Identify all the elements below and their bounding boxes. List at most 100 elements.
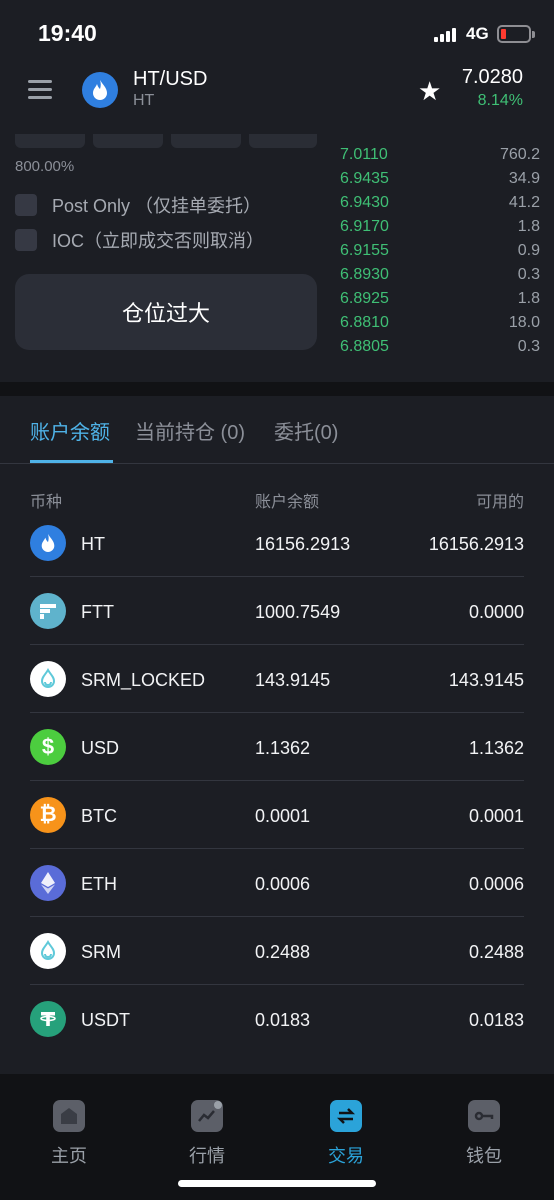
home-icon xyxy=(53,1100,85,1132)
asset-available: 0.2488 xyxy=(468,942,524,962)
orderbook-qty: 41.2 xyxy=(508,194,540,211)
orderbook-qty: 1.8 xyxy=(517,218,540,235)
nav-market[interactable]: 行情 xyxy=(167,1100,247,1168)
asset-symbol: SRM xyxy=(81,942,121,962)
nav-wallet[interactable]: 钱包 xyxy=(444,1100,524,1168)
tab-positions[interactable]: 当前持仓 (0) xyxy=(135,416,245,445)
post-only-option[interactable]: Post Only （仅挂单委托） xyxy=(15,192,261,218)
active-tab-indicator xyxy=(30,460,113,463)
ftx-icon xyxy=(30,593,66,629)
asset-row[interactable]: HT 16156.2913 16156.2913 xyxy=(30,509,524,577)
signal-icon xyxy=(434,26,460,42)
bitcoin-icon: ₿ xyxy=(30,797,66,833)
ethereum-icon xyxy=(30,865,66,901)
battery-icon xyxy=(497,25,535,43)
status-bar: 19:40 4G xyxy=(0,0,554,64)
orderbook-row[interactable]: 6.9430 41.2 xyxy=(340,194,540,218)
orderbook-row[interactable]: 6.8810 18.0 xyxy=(340,314,540,338)
account-section: 账户余额 当前持仓 (0) 委托(0) 币种 账户余额 可用的 HT 16156… xyxy=(0,396,554,1074)
asset-symbol: USDT xyxy=(81,1010,130,1030)
nav-home[interactable]: 主页 xyxy=(29,1100,109,1168)
asset-row[interactable]: ₿ BTC 0.0001 0.0001 xyxy=(30,781,524,849)
orderbook-row[interactable]: 6.8925 1.8 xyxy=(340,290,540,314)
asset-balance: 1.1362 xyxy=(255,738,311,758)
serum-icon xyxy=(30,661,66,697)
asset-row[interactable]: USDT 0.0183 0.0183 xyxy=(30,985,524,1053)
menu-icon[interactable] xyxy=(28,78,54,102)
trade-swap-icon xyxy=(330,1100,362,1132)
section-divider xyxy=(0,382,554,396)
pair-header: HT/USD HT ★ 7.0280 8.14% xyxy=(0,64,554,134)
asset-balance: 0.2488 xyxy=(255,942,311,962)
pair-base: HT xyxy=(133,92,155,109)
asset-available: 0.0000 xyxy=(468,602,524,622)
asset-row[interactable]: ETH 0.0006 0.0006 xyxy=(30,849,524,917)
orderbook-qty: 1.8 xyxy=(517,290,540,307)
percent-button[interactable] xyxy=(93,134,163,148)
asset-available: 16156.2913 xyxy=(428,534,524,554)
tab-balance[interactable]: 账户余额 xyxy=(30,416,110,445)
asset-balance: 143.9145 xyxy=(255,670,331,690)
orderbook-price: 6.9430 xyxy=(340,194,389,211)
asset-symbol: HT xyxy=(81,534,105,554)
favorite-star-icon[interactable]: ★ xyxy=(418,76,441,107)
asset-row[interactable]: FTT 1000.7549 0.0000 xyxy=(30,577,524,645)
asset-row[interactable]: $ USD 1.1362 1.1362 xyxy=(30,713,524,781)
orderbook-row[interactable]: 6.8805 0.3 xyxy=(340,338,540,362)
asset-balance: 1000.7549 xyxy=(255,602,341,622)
asset-symbol: ETH xyxy=(81,874,117,894)
submit-order-button[interactable]: 仓位过大 xyxy=(15,274,317,350)
orderbook-price: 7.0110 xyxy=(340,146,388,163)
nav-label: 钱包 xyxy=(466,1146,502,1166)
asset-balance: 0.0006 xyxy=(255,874,311,894)
orderbook-price: 6.8810 xyxy=(340,314,389,331)
ioc-label: IOC（立即成交否则取消） xyxy=(52,231,264,251)
orderbook-qty: 0.9 xyxy=(517,242,540,259)
home-indicator xyxy=(178,1180,376,1187)
trade-panel: 800.00% Post Only （仅挂单委托） IOC（立即成交否则取消） … xyxy=(0,134,554,382)
nav-label: 交易 xyxy=(328,1146,364,1166)
asset-symbol: SRM_LOCKED xyxy=(81,670,206,690)
last-price: 7.0280 xyxy=(461,66,523,88)
nav-label: 主页 xyxy=(51,1146,87,1166)
asset-available: 1.1362 xyxy=(468,738,524,758)
asset-symbol: BTC xyxy=(81,806,117,826)
leverage-label: 800.00% xyxy=(15,158,75,175)
asset-available: 0.0001 xyxy=(468,806,524,826)
percent-button[interactable] xyxy=(15,134,85,148)
dollar-icon: $ xyxy=(30,729,66,765)
post-only-checkbox[interactable] xyxy=(15,194,37,216)
orderbook-price: 6.8805 xyxy=(340,338,389,355)
asset-available: 143.9145 xyxy=(448,670,524,690)
asset-available: 0.0006 xyxy=(468,874,524,894)
asset-row[interactable]: SRM_LOCKED 143.9145 143.9145 xyxy=(30,645,524,713)
percent-button[interactable] xyxy=(171,134,241,148)
asset-balance: 16156.2913 xyxy=(255,534,351,554)
orderbook-row[interactable]: 6.9435 34.9 xyxy=(340,170,540,194)
orderbook-row[interactable]: 6.9155 0.9 xyxy=(340,242,540,266)
orderbook-price: 6.9170 xyxy=(340,218,389,235)
pair-title[interactable]: HT/USD xyxy=(133,68,207,91)
price-change: 8.14% xyxy=(477,92,523,109)
asset-balance: 0.0183 xyxy=(255,1010,311,1030)
huobi-flame-icon xyxy=(82,72,118,108)
serum-icon xyxy=(30,933,66,969)
nav-label: 行情 xyxy=(189,1146,225,1166)
orderbook-row[interactable]: 6.8930 0.3 xyxy=(340,266,540,290)
status-time: 19:40 xyxy=(38,20,97,46)
orderbook-row[interactable]: 6.9170 1.8 xyxy=(340,218,540,242)
wallet-icon xyxy=(468,1100,500,1132)
market-chart-icon xyxy=(191,1100,223,1132)
tab-orders[interactable]: 委托(0) xyxy=(274,416,338,445)
asset-row[interactable]: SRM 0.2488 0.2488 xyxy=(30,917,524,985)
orderbook-price: 6.8930 xyxy=(340,266,389,283)
asset-symbol: FTT xyxy=(81,602,114,622)
percent-button[interactable] xyxy=(249,134,317,148)
ioc-option[interactable]: IOC（立即成交否则取消） xyxy=(15,227,264,253)
post-only-label: Post Only （仅挂单委托） xyxy=(52,196,262,216)
orderbook-row[interactable]: 7.0110 760.2 xyxy=(340,146,540,170)
nav-trade[interactable]: 交易 xyxy=(306,1100,386,1168)
ioc-checkbox[interactable] xyxy=(15,229,37,251)
account-tabs: 账户余额 当前持仓 (0) 委托(0) xyxy=(0,396,554,464)
asset-balance: 0.0001 xyxy=(255,806,311,826)
